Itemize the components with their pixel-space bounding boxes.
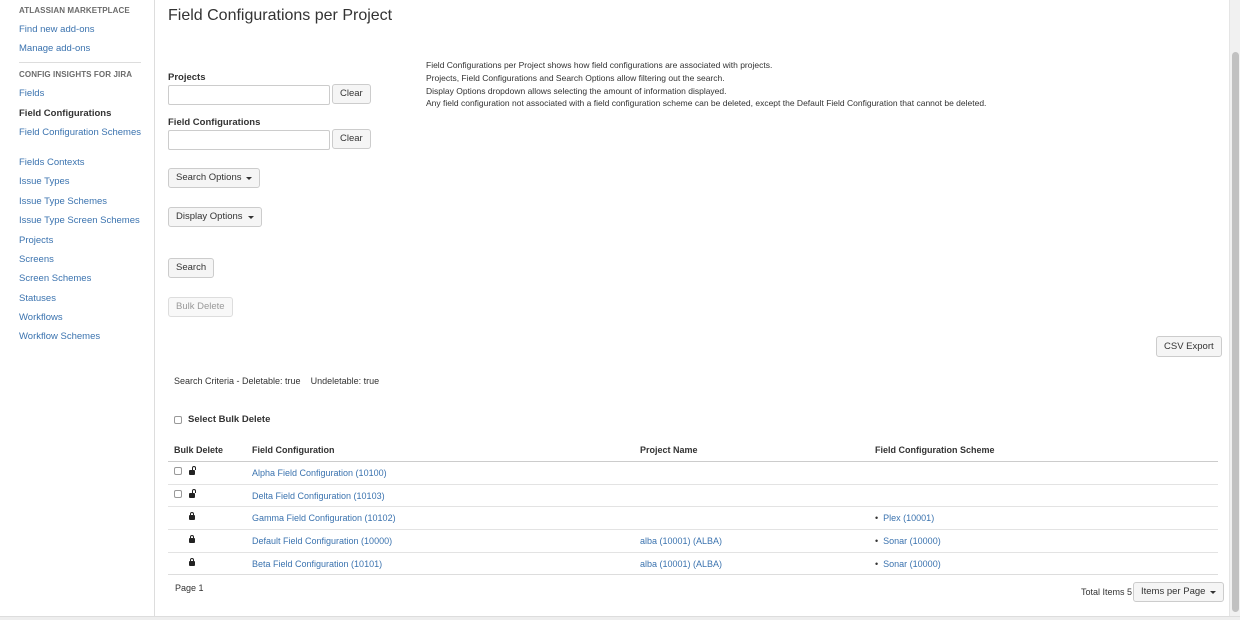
bulk-delete-cell [189,535,195,544]
sidebar-item-projects[interactable]: Projects [19,235,144,246]
display-options-dropdown[interactable]: Display Options [168,207,262,227]
total-items: Total Items 5 [1080,587,1132,597]
projects-clear-button[interactable]: Clear [332,84,371,104]
sidebar-item-screen-schemes[interactable]: Screen Schemes [19,273,144,284]
row-checkbox[interactable] [174,489,182,498]
bottom-bar [0,616,1240,620]
info-line: Display Options dropdown allows selectin… [426,85,727,96]
field-configurations-table: Bulk Delete Field Configuration Project … [168,440,1218,576]
criteria-deletable: Deletable: true [242,376,301,386]
search-options-dropdown[interactable]: Search Options [168,168,261,188]
project-link[interactable]: alba (10001) (ALBA) [640,559,722,569]
header-field-configuration: Field Configuration [252,445,335,455]
field-configuration-link[interactable]: Default Field Configuration (10000) [252,536,392,546]
scheme-cell: • Plex (10001) [875,513,934,523]
search-options-label: Search Options [176,172,242,183]
search-criteria: Search Criteria - Deletable: true Undelet… [174,376,389,386]
scheme-cell: • Sonar (10000) [875,559,941,569]
sidebar-item-issue-type-screen-schemes[interactable]: Issue Type Screen Schemes [19,215,144,226]
csv-export-button[interactable]: CSV Export [1156,336,1222,357]
field-configurations-label: Field Configurations [168,117,261,128]
unlocked-icon [189,488,196,498]
bulk-delete-cell [189,512,195,521]
field-configurations-clear-button[interactable]: Clear [332,129,371,149]
projects-label: Projects [168,72,206,83]
sidebar-item-statuses[interactable]: Statuses [19,293,144,304]
bulk-delete-cell [189,557,195,566]
page-title: Field Configurations per Project [168,7,393,24]
select-bulk-delete-label: Select Bulk Delete [188,414,271,425]
sidebar-item-fields[interactable]: Fields [19,88,144,99]
field-configuration-link[interactable]: Delta Field Configuration (10103) [252,491,385,501]
sidebar-item-field-configurations[interactable]: Field Configurations [19,108,144,119]
bulk-delete-cell [174,466,196,475]
manage-addons-link[interactable]: Manage add-ons [19,43,144,54]
display-options-label: Display Options [176,211,243,222]
sidebar-item-field-configuration-schemes[interactable]: Field Configuration Schemes [19,127,144,138]
table-row: Alpha Field Configuration (10100) [168,462,1218,485]
bullet-icon: • [875,513,879,524]
criteria-undeletable: Undeletable: true [310,376,380,386]
scheme-link[interactable]: Plex (10001) [883,513,934,523]
caret-down-icon [247,215,254,219]
sidebar-item-issue-types[interactable]: Issue Types [19,176,144,187]
field-configuration-link[interactable]: Alpha Field Configuration (10100) [252,468,387,478]
lock-icon [189,512,195,521]
info-text: Field Configurations per Project shows h… [426,59,986,110]
lock-icon [189,535,195,544]
info-line: Projects, Field Configurations and Searc… [426,72,725,83]
scheme-link[interactable]: Sonar (10000) [883,536,941,546]
table-header: Bulk Delete Field Configuration Project … [168,440,1218,462]
select-all-checkbox[interactable] [174,415,182,424]
sidebar-item-screens[interactable]: Screens [19,254,144,265]
table-row: Gamma Field Configuration (10102) • Plex … [168,507,1218,531]
marketplace-heading: ATLASSIAN MARKETPLACE [19,6,130,15]
row-checkbox[interactable] [174,467,182,475]
sidebar-divider [19,62,141,63]
lock-icon [189,557,195,566]
items-per-page-dropdown[interactable]: Items per Page [1133,582,1225,602]
table-row: Default Field Configuration (10000) alba… [168,530,1218,553]
main-content: Field Configurations per Project Project… [155,0,1240,616]
items-per-page-label: Items per Page [1141,586,1206,597]
caret-down-icon [1210,590,1217,594]
scheme-cell: • Sonar (10000) [875,536,941,546]
field-configuration-link[interactable]: Gamma Field Configuration (10102) [252,513,396,523]
sidebar-item-workflows[interactable]: Workflows [19,312,144,323]
find-addons-link[interactable]: Find new add-ons [19,24,144,35]
bullet-icon: • [875,558,879,569]
bulk-delete-button[interactable]: Bulk Delete [168,297,233,317]
vertical-scrollbar[interactable] [1229,0,1240,616]
table-row: Beta Field Configuration (10101) alba (1… [168,553,1218,576]
bullet-icon: • [875,536,879,547]
projects-input[interactable] [168,85,330,105]
criteria-prefix: Search Criteria - [174,376,243,386]
field-configurations-input[interactable] [168,130,330,150]
header-project-name: Project Name [640,445,698,455]
table-row: Delta Field Configuration (10103) [168,485,1218,508]
config-insights-heading: CONFIG INSIGHTS FOR JIRA [19,70,133,79]
unlocked-icon [189,466,196,475]
sidebar-item-fields-contexts[interactable]: Fields Contexts [19,157,144,168]
header-field-configuration-scheme: Field Configuration Scheme [875,445,995,455]
info-line: Field Configurations per Project shows h… [426,60,773,70]
header-bulk-delete: Bulk Delete [174,445,224,455]
sidebar-item-workflow-schemes[interactable]: Workflow Schemes [19,331,144,342]
caret-down-icon [246,176,253,180]
field-configuration-link[interactable]: Beta Field Configuration (10101) [252,559,382,569]
project-link[interactable]: alba (10001) (ALBA) [640,536,722,546]
info-line: Any field configuration not associated w… [426,98,987,109]
search-button[interactable]: Search [168,258,215,278]
select-bulk-delete[interactable]: Select Bulk Delete [174,414,270,425]
scrollbar-thumb[interactable] [1232,52,1239,612]
bulk-delete-cell [174,488,196,498]
scheme-link[interactable]: Sonar (10000) [883,559,941,569]
sidebar-item-issue-type-schemes[interactable]: Issue Type Schemes [19,196,144,207]
page-number: Page 1 [175,583,204,593]
sidebar: ATLASSIAN MARKETPLACE Find new add-ons M… [0,0,155,616]
